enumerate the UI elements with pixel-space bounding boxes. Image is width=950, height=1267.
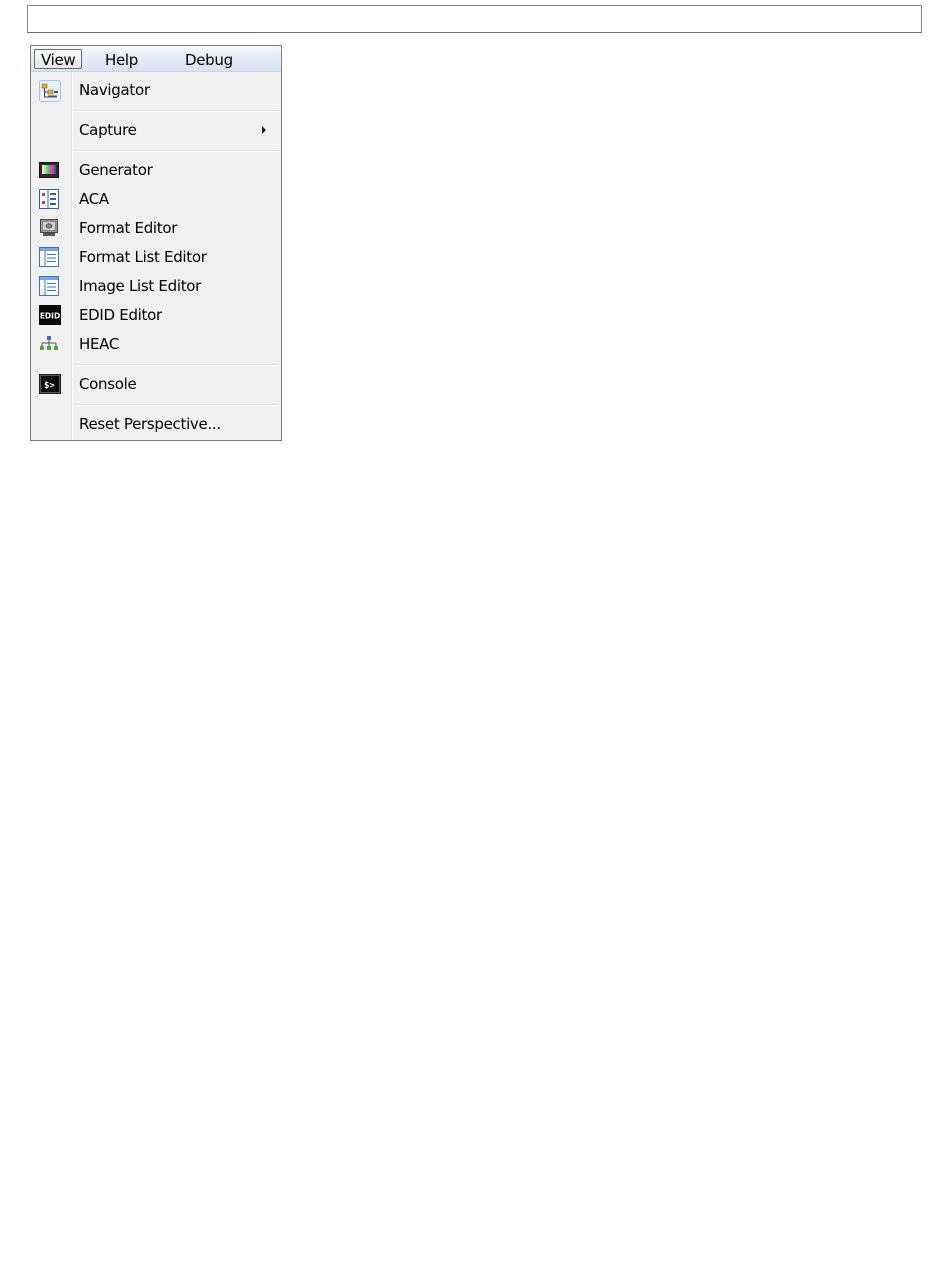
menu-item-aca[interactable]: ACA [33,185,279,213]
console-icon: $> [39,374,61,394]
menu-separator [73,150,279,151]
menu-item-label: Image List Editor [79,277,202,295]
edid-editor-icon: EDID [39,305,61,325]
format-list-editor-icon [39,247,59,267]
heac-icon [39,334,59,354]
menu-window: View Help Debug Navigator Capture Genera… [30,45,282,441]
view-dropdown-menu: Navigator Capture Generator ACA Format E… [31,72,281,440]
menu-item-label: Navigator [79,81,150,99]
svg-text:EDID: EDID [40,312,60,321]
menu-item-label: Console [79,375,137,393]
image-list-editor-icon [39,276,59,296]
menu-item-format-list-editor[interactable]: Format List Editor [33,243,279,271]
menu-item-label: ACA [79,190,109,208]
menu-item-generator[interactable]: Generator [33,156,279,184]
aca-icon [39,189,59,209]
menu-item-format-editor[interactable]: Format Editor [33,214,279,242]
menu-item-navigator[interactable]: Navigator [33,76,279,104]
menu-item-capture[interactable]: Capture [33,116,279,144]
menu-help[interactable]: Help [98,49,145,69]
menu-view[interactable]: View [34,49,83,69]
menu-debug[interactable]: Debug [178,49,240,69]
format-editor-icon [39,218,59,238]
menu-item-heac[interactable]: HEAC [33,330,279,358]
submenu-arrow-icon [262,126,266,134]
menu-item-label: Reset Perspective... [79,415,221,433]
menu-item-edid-editor[interactable]: EDID EDID Editor [33,301,279,329]
menu-separator [73,110,279,111]
menu-separator [73,404,279,405]
navigator-icon [39,80,61,102]
menu-item-console[interactable]: $> Console [33,370,279,398]
menu-item-label: Format List Editor [79,248,207,266]
menu-item-image-list-editor[interactable]: Image List Editor [33,272,279,300]
menu-item-label: HEAC [79,335,120,353]
menu-item-label: Format Editor [79,219,178,237]
menu-item-label: EDID Editor [79,306,162,324]
generator-icon [39,160,59,180]
menu-item-label: Generator [79,161,153,179]
menu-separator [73,364,279,365]
menubar: View Help Debug [31,46,281,72]
menu-item-label: Capture [79,121,137,139]
svg-text:$>: $> [44,381,55,391]
menu-item-reset-perspective[interactable]: Reset Perspective... [33,410,279,438]
top-input-field[interactable] [27,5,922,33]
